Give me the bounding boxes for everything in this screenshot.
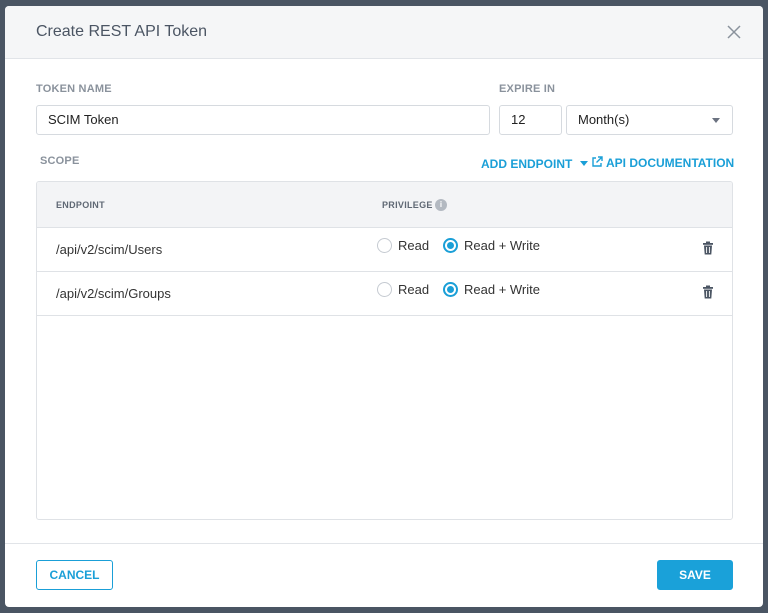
privilege-read-radio[interactable]: Read	[377, 238, 429, 253]
save-button[interactable]: SAVE	[657, 560, 733, 590]
token-name-input[interactable]: SCIM Token	[36, 105, 490, 135]
radio-unchecked[interactable]	[377, 238, 392, 253]
privilege-read-radio[interactable]: Read	[377, 282, 429, 297]
table-row: /api/v2/scim/Groups Read Read + Write	[37, 272, 732, 316]
endpoint-path: /api/v2/scim/Users	[56, 242, 163, 257]
scope-label: SCOPE	[40, 155, 80, 167]
radio-checked[interactable]	[443, 282, 458, 297]
read-label: Read	[398, 238, 430, 253]
col-endpoint-header: ENDPOINT	[56, 200, 105, 210]
external-link-icon	[592, 156, 603, 167]
expire-amount-input[interactable]: 12	[499, 105, 562, 135]
table-row: /api/v2/scim/Users Read Read + Write	[37, 228, 732, 272]
info-icon[interactable]: i	[435, 199, 447, 211]
col-privilege-header: PRIVILEGE	[382, 200, 433, 210]
trash-icon[interactable]	[702, 285, 714, 299]
add-endpoint-label: ADD ENDPOINT	[481, 157, 573, 171]
dialog-header: Create REST API Token	[5, 6, 763, 59]
privilege-readwrite-radio[interactable]: Read + Write	[443, 238, 540, 253]
chevron-down-icon	[712, 118, 720, 123]
table-header: ENDPOINT PRIVILEGE i	[37, 182, 732, 228]
dropdown-caret-icon	[580, 161, 589, 166]
api-documentation-link[interactable]: API DOCUMENTATION	[591, 156, 734, 170]
radio-unchecked[interactable]	[377, 282, 392, 297]
dialog-title: Create REST API Token	[36, 23, 208, 40]
endpoint-path: /api/v2/scim/Groups	[56, 286, 171, 301]
add-endpoint-button[interactable]: ADD ENDPOINT	[481, 157, 589, 171]
radio-checked[interactable]	[443, 238, 458, 253]
close-icon[interactable]	[727, 25, 741, 39]
expire-unit-value: Month(s)	[578, 112, 630, 127]
read-label: Read	[398, 282, 430, 297]
privilege-readwrite-radio[interactable]: Read + Write	[443, 282, 540, 297]
cancel-button[interactable]: CANCEL	[36, 560, 113, 590]
create-token-dialog: Create REST API Token TOKEN NAME SCIM To…	[5, 6, 763, 607]
readwrite-label: Read + Write	[464, 238, 540, 253]
api-documentation-label: API DOCUMENTATION	[606, 156, 735, 170]
expire-in-label: EXPIRE IN	[499, 83, 556, 95]
endpoint-table: ENDPOINT PRIVILEGE i /api/v2/scim/Users …	[36, 181, 733, 520]
footer-divider	[5, 543, 763, 544]
token-name-label: TOKEN NAME	[36, 83, 112, 95]
expire-unit-select[interactable]: Month(s)	[566, 105, 733, 135]
trash-icon[interactable]	[702, 241, 714, 255]
readwrite-label: Read + Write	[464, 282, 540, 297]
